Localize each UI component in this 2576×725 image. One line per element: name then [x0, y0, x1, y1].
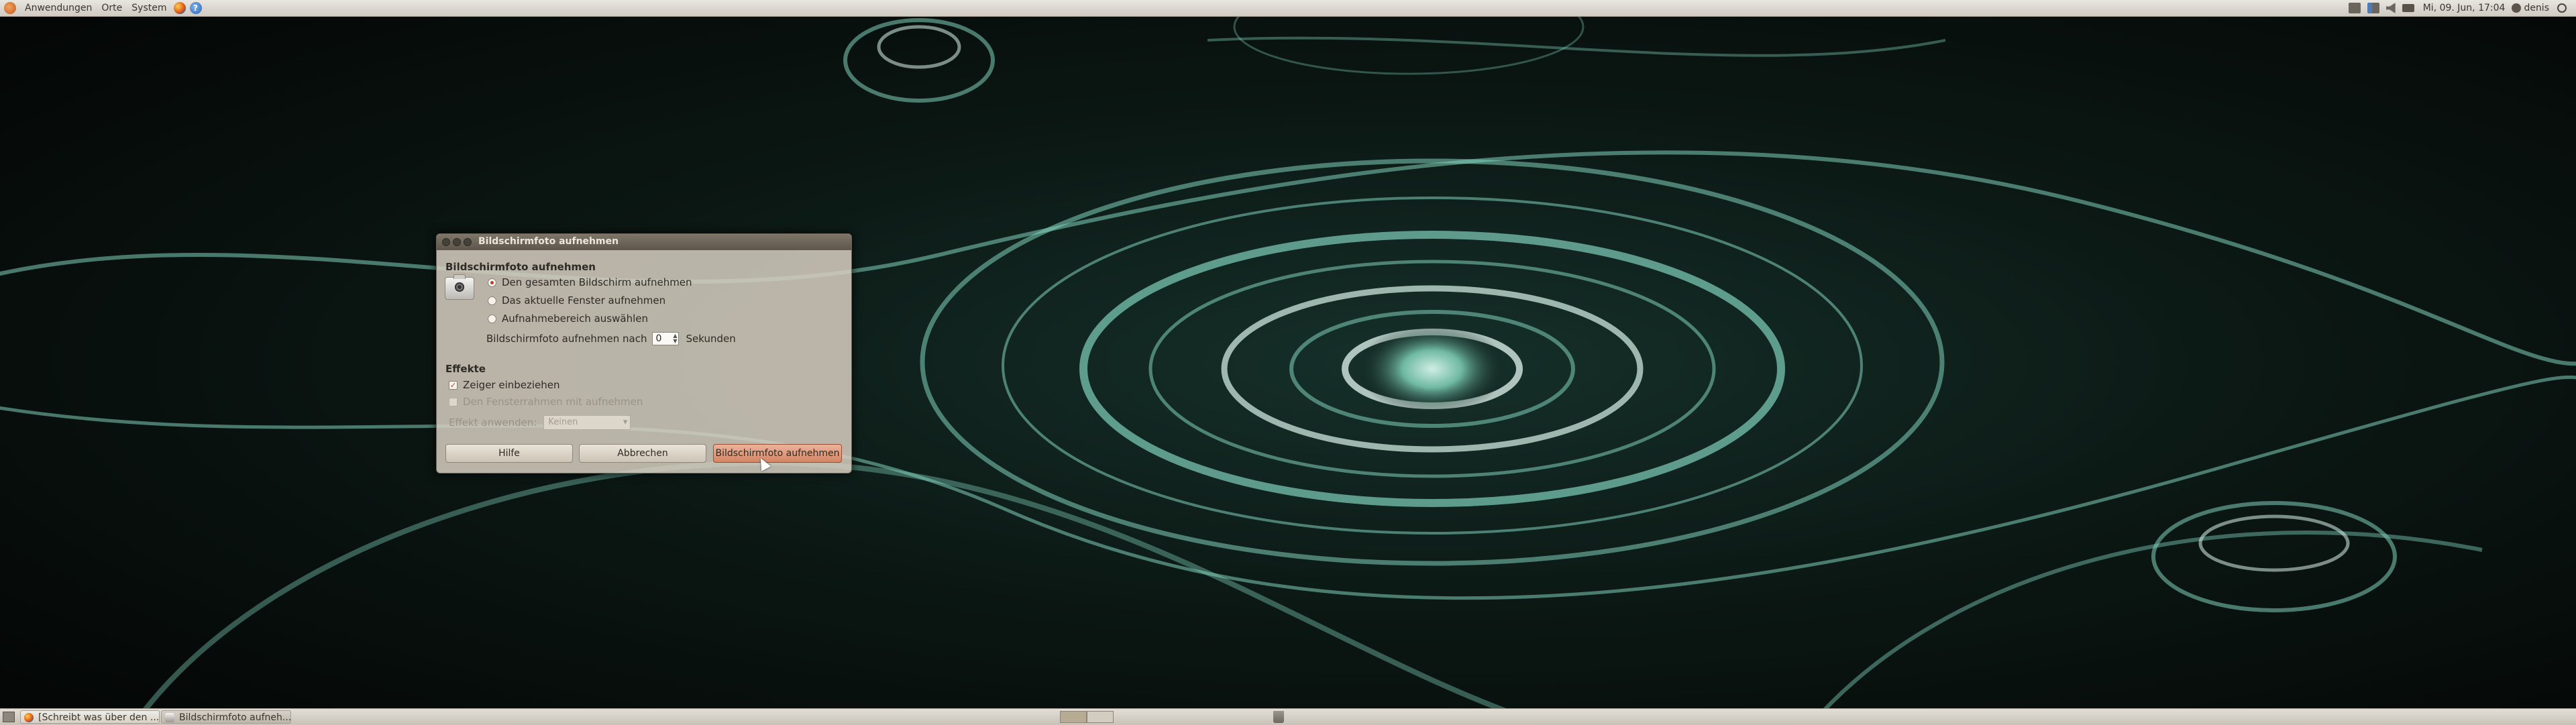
spin-arrows-icon[interactable]: ▲ ▼: [673, 333, 677, 344]
ubuntu-logo-icon[interactable]: [4, 2, 16, 14]
section-effects-title: Effekte: [445, 363, 486, 375]
taskbar-item-label: Bildschirmfoto aufneh...: [179, 712, 291, 723]
menu-applications[interactable]: Anwendungen: [20, 0, 97, 16]
option-include-border: Den Fensterrahmen mit aufnehmen: [449, 394, 643, 409]
clock[interactable]: Mi, 09. Jun, 17:04: [2423, 3, 2506, 13]
bottom-panel: [Schreibt was über den ... Bildschirmfot…: [0, 708, 2576, 725]
taskbar-item-screenshot[interactable]: Bildschirmfoto aufneh...: [161, 710, 291, 724]
include-border-label: Den Fensterrahmen mit aufnehmen: [463, 396, 643, 408]
close-icon[interactable]: [442, 238, 450, 246]
chevron-down-icon: ▾: [623, 417, 628, 427]
camera-icon: [445, 274, 474, 300]
taskbar-item-firefox[interactable]: [Schreibt was über den ...: [20, 710, 160, 724]
network-icon[interactable]: [2367, 3, 2379, 13]
firefox-icon: [24, 713, 34, 722]
dialog-title: Bildschirmfoto aufnehmen: [478, 236, 619, 247]
option-whole-screen-label: Den gesamten Bildschirm aufnehmen: [502, 276, 692, 288]
capture-button[interactable]: Bildschirmfoto aufnehmen: [713, 444, 842, 463]
user-icon: [2512, 3, 2522, 13]
top-panel: Anwendungen Orte System ? Mi, 09. Jun, 1…: [0, 0, 2576, 17]
camera-icon: [165, 713, 174, 722]
checkbox-include-border: [449, 397, 458, 406]
apply-effect-combo: Keinen ▾: [543, 415, 631, 430]
checkbox-include-pointer[interactable]: ✓: [449, 380, 458, 390]
trash-icon[interactable]: [1273, 711, 1284, 723]
option-select-area[interactable]: Aufnahmebereich auswählen: [488, 311, 648, 326]
taskbar-item-label: [Schreibt was über den ...: [38, 712, 160, 723]
include-pointer-label: Zeiger einbeziehen: [463, 379, 560, 391]
user-name[interactable]: denis: [2524, 3, 2549, 13]
help-button[interactable]: Hilfe: [445, 444, 573, 463]
option-include-pointer[interactable]: ✓ Zeiger einbeziehen: [449, 378, 560, 392]
radio-current-window[interactable]: [488, 296, 496, 305]
radio-whole-screen[interactable]: [488, 278, 496, 287]
help-launcher-icon[interactable]: ?: [189, 2, 202, 14]
apply-effect-value: Keinen: [548, 417, 578, 427]
option-current-window[interactable]: Das aktuelle Fenster aufnehmen: [488, 293, 665, 308]
section-capture-title: Bildschirmfoto aufnehmen: [445, 261, 596, 273]
option-select-area-label: Aufnahmebereich auswählen: [502, 313, 648, 325]
option-current-window-label: Das aktuelle Fenster aufnehmen: [502, 294, 666, 306]
delay-value: 0: [655, 333, 662, 344]
apply-effect-row: Effekt anwenden: Keinen ▾: [449, 415, 631, 430]
mail-icon[interactable]: [2402, 4, 2414, 12]
menu-system[interactable]: System: [127, 0, 171, 16]
workspace-2[interactable]: [1087, 711, 1114, 723]
minimize-icon[interactable]: [453, 238, 461, 246]
cancel-button[interactable]: Abbrechen: [579, 444, 706, 463]
show-desktop-icon[interactable]: [3, 712, 15, 722]
radio-select-area[interactable]: [488, 314, 496, 323]
delay-label: Bildschirmfoto aufnehmen nach: [486, 333, 647, 345]
option-whole-screen[interactable]: Den gesamten Bildschirm aufnehmen: [488, 275, 692, 290]
workspace-1[interactable]: [1060, 711, 1087, 723]
maximize-icon[interactable]: [464, 238, 472, 246]
menu-places[interactable]: Orte: [97, 0, 127, 16]
dialog-titlebar[interactable]: Bildschirmfoto aufnehmen: [437, 234, 851, 250]
desktop-wallpaper: [0, 0, 2576, 724]
power-icon[interactable]: [2557, 3, 2567, 13]
volume-icon[interactable]: [2385, 3, 2396, 13]
delay-spinbutton[interactable]: 0 ▲ ▼: [652, 332, 680, 345]
screenshot-dialog: Bildschirmfoto aufnehmen Bildschirmfoto …: [436, 233, 852, 473]
firefox-launcher-icon[interactable]: [173, 2, 186, 14]
delay-row: Bildschirmfoto aufnehmen nach 0 ▲ ▼ Sekun…: [486, 331, 736, 346]
apply-effect-label: Effekt anwenden:: [449, 416, 537, 429]
messaging-indicator-icon[interactable]: [2348, 3, 2361, 13]
delay-unit: Sekunden: [686, 333, 736, 345]
